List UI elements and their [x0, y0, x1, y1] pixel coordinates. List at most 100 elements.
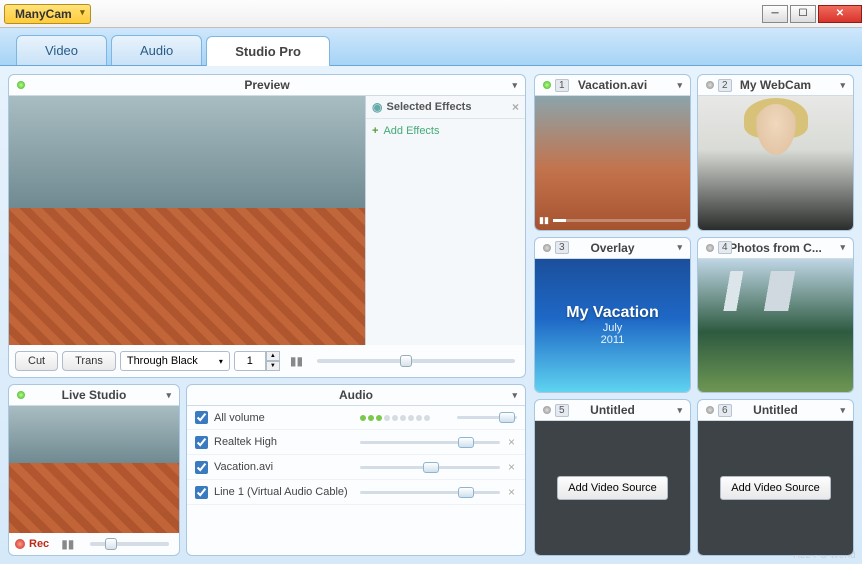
source-number: 4	[718, 241, 732, 254]
minimize-button[interactable]: ─	[762, 5, 788, 23]
close-effects-icon[interactable]: ×	[512, 100, 519, 114]
preview-status-led	[17, 81, 25, 89]
preview-viewport[interactable]	[9, 96, 365, 345]
audio-panel: Audio ▾ All volume Realtek High × Vacation.…	[186, 384, 526, 556]
cut-button[interactable]: Cut	[15, 351, 58, 371]
transition-select[interactable]: Through Black▾	[120, 351, 230, 371]
source-tile-3: 3Overlay▾My VacationJuly2011	[534, 237, 691, 394]
source-tile-6: 6 Untitled ▾ Add Video Source	[697, 399, 854, 556]
remove-audio-icon[interactable]: ×	[506, 460, 517, 474]
audio-enable-checkbox[interactable]	[195, 411, 208, 424]
audio-enable-checkbox[interactable]	[195, 461, 208, 474]
tab-studio-pro[interactable]: Studio Pro	[206, 36, 330, 66]
workspace: Preview ▾ ◉ Selected Effects × + Add Eff…	[0, 66, 862, 564]
add-effects-button[interactable]: + Add Effects	[366, 119, 525, 143]
preview-header: Preview ▾	[9, 75, 525, 96]
live-pause-icon[interactable]: ▮▮	[61, 537, 74, 551]
sources-grid: 1Vacation.avi▾▮▮2My WebCam▾3Overlay▾My V…	[534, 74, 854, 556]
source-viewport[interactable]: My VacationJuly2011	[535, 259, 690, 393]
source-title: Vacation.avi	[578, 78, 647, 92]
preview-controls: Cut Trans Through Black▾ ▲▼ ▮▮	[9, 345, 525, 377]
pause-icon[interactable]: ▮▮	[290, 354, 303, 368]
source-viewport[interactable]: Add Video Source	[535, 421, 690, 555]
source-title: Untitled	[590, 403, 635, 417]
duration-field[interactable]: ▲▼	[234, 351, 280, 371]
source-menu-caret[interactable]: ▾	[840, 242, 845, 253]
preview-menu-caret[interactable]: ▾	[512, 80, 517, 91]
app-menu-button[interactable]: ManyCam	[4, 4, 91, 24]
preview-panel: Preview ▾ ◉ Selected Effects × + Add Eff…	[8, 74, 526, 378]
source-viewport[interactable]: Add Video Source	[698, 421, 853, 555]
audio-title: Audio	[339, 388, 373, 402]
volume-slider[interactable]	[360, 441, 500, 444]
source-number: 6	[718, 404, 732, 417]
source-title: Untitled	[753, 403, 798, 417]
remove-audio-icon[interactable]: ×	[506, 435, 517, 449]
add-video-source-button[interactable]: Add Video Source	[557, 476, 667, 500]
source-tile-1: 1 Vacation.avi ▾ ▮▮	[534, 74, 691, 231]
source-number: 1	[555, 79, 569, 92]
add-video-source-button[interactable]: Add Video Source	[720, 476, 830, 500]
live-studio-title: Live Studio	[62, 388, 127, 402]
plus-icon: +	[372, 125, 378, 137]
maximize-button[interactable]: ☐	[790, 5, 816, 23]
source-number: 2	[718, 79, 732, 92]
source-menu-caret[interactable]: ▾	[677, 242, 682, 253]
audio-menu-caret[interactable]: ▾	[512, 390, 517, 401]
effects-title: Selected Effects	[386, 101, 471, 113]
preview-title: Preview	[244, 78, 289, 92]
audio-label: Vacation.avi	[214, 461, 354, 473]
live-slider[interactable]	[90, 542, 169, 546]
master-volume-slider[interactable]	[457, 416, 517, 419]
live-menu-caret[interactable]: ▾	[166, 390, 171, 401]
tab-video[interactable]: Video	[16, 35, 107, 65]
live-status-led	[17, 391, 25, 399]
spin-up[interactable]: ▲	[266, 351, 280, 361]
spin-down[interactable]: ▼	[266, 361, 280, 371]
window-controls: ─ ☐ ✕	[760, 5, 862, 23]
audio-label: Line 1 (Virtual Audio Cable)	[214, 486, 354, 498]
source-menu-caret[interactable]: ▾	[677, 405, 682, 416]
source-number: 5	[555, 404, 569, 417]
source-led	[543, 244, 551, 252]
source-viewport[interactable]	[698, 259, 853, 393]
record-button[interactable]: Rec	[15, 538, 49, 550]
source-led	[543, 406, 551, 414]
playback-bar[interactable]: ▮▮	[539, 216, 686, 226]
record-icon	[15, 539, 25, 549]
source-menu-caret[interactable]: ▾	[840, 80, 845, 91]
source-menu-caret[interactable]: ▾	[840, 405, 845, 416]
tab-audio[interactable]: Audio	[111, 35, 202, 65]
effects-pane: ◉ Selected Effects × + Add Effects	[365, 96, 525, 345]
volume-slider[interactable]	[360, 466, 500, 469]
source-viewport[interactable]	[698, 96, 853, 230]
eye-icon: ◉	[372, 100, 382, 114]
duration-input[interactable]	[234, 351, 266, 371]
preview-slider[interactable]	[317, 359, 515, 363]
trans-button[interactable]: Trans	[62, 351, 116, 371]
vu-meter	[360, 415, 451, 421]
titlebar: ManyCam ─ ☐ ✕	[0, 0, 862, 28]
source-led	[706, 406, 714, 414]
main-tabs: Video Audio Studio Pro	[0, 28, 862, 66]
source-title: Overlay	[590, 241, 634, 255]
audio-enable-checkbox[interactable]	[195, 486, 208, 499]
source-tile-2: 2 My WebCam ▾	[697, 74, 854, 231]
source-menu-caret[interactable]: ▾	[677, 80, 682, 91]
close-button[interactable]: ✕	[818, 5, 862, 23]
source-tile-4: 4Photos from C... ▾	[697, 237, 854, 394]
source-viewport[interactable]: ▮▮	[535, 96, 690, 230]
source-led	[706, 81, 714, 89]
audio-row: All volume	[187, 406, 525, 430]
source-title: My WebCam	[740, 78, 811, 92]
audio-row: Realtek High ×	[187, 430, 525, 455]
audio-label: All volume	[214, 412, 354, 424]
remove-audio-icon[interactable]: ×	[506, 485, 517, 499]
source-title: Photos from C...	[729, 241, 822, 255]
audio-enable-checkbox[interactable]	[195, 436, 208, 449]
live-studio-panel: Live Studio ▾ Rec ▮▮	[8, 384, 180, 556]
live-studio-viewport[interactable]	[9, 406, 179, 533]
source-led	[706, 244, 714, 252]
audio-label: Realtek High	[214, 436, 354, 448]
volume-slider[interactable]	[360, 491, 500, 494]
